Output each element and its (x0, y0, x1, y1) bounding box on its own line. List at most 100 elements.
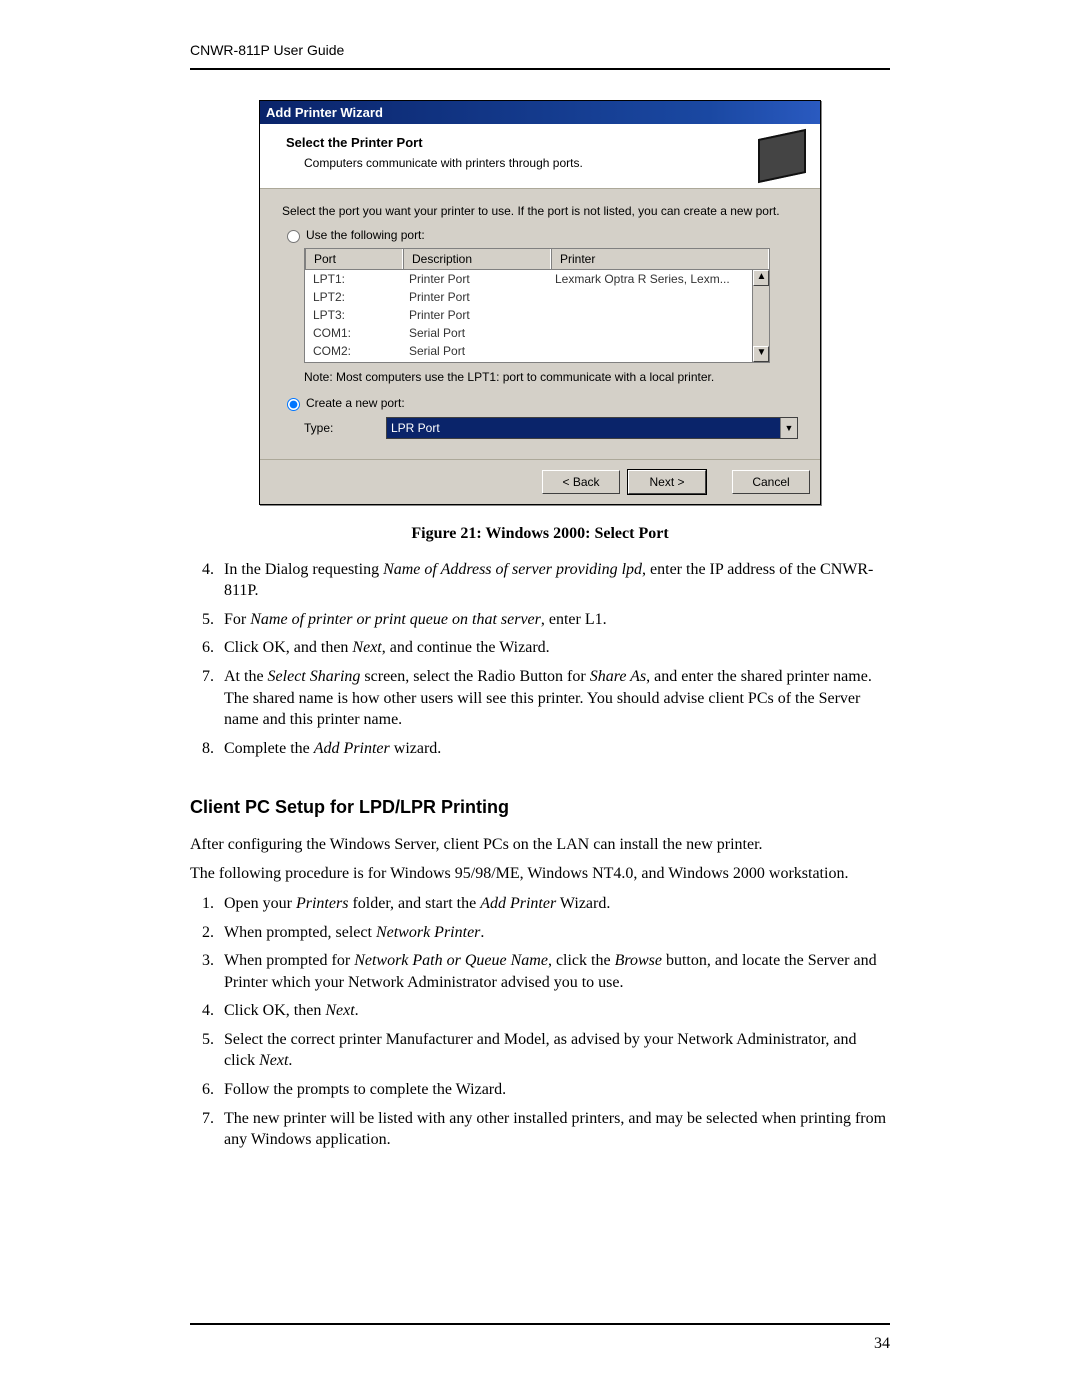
type-label: Type: (304, 420, 386, 436)
printer-cell (547, 288, 769, 306)
list-item: When prompted, select Network Printer. (218, 922, 890, 944)
text: Select the correct printer Manufacturer … (224, 1031, 857, 1070)
desc-cell: Serial Port (401, 361, 547, 362)
table-row[interactable]: LPT3: Printer Port (305, 306, 769, 324)
page-header: CNWR-811P User Guide (190, 40, 890, 70)
italic-text: Select Sharing (268, 668, 361, 685)
port-table: Port Description Printer LPT1: Printer P… (304, 248, 770, 363)
paragraph: The following procedure is for Windows 9… (190, 863, 890, 885)
printer-icon (758, 129, 806, 183)
text: . (480, 924, 484, 941)
page: CNWR-811P User Guide Add Printer Wizard … (0, 0, 1080, 1397)
wizard-header-band: Select the Printer Port Computers commun… (260, 124, 820, 189)
col-printer-header[interactable]: Printer (551, 249, 769, 269)
list-item: At the Select Sharing screen, select the… (218, 666, 890, 731)
titlebar: Add Printer Wizard (260, 101, 820, 125)
radio-use-following-port[interactable]: Use the following port: (282, 227, 798, 243)
section-heading: Client PC Setup for LPD/LPR Printing (190, 795, 890, 819)
table-row[interactable]: COM2: Serial Port (305, 342, 769, 360)
printer-cell (547, 306, 769, 324)
text: wizard. (390, 740, 442, 757)
wizard-subheading: Computers communicate with printers thro… (304, 155, 583, 171)
radio-create-new-port[interactable]: Create a new port: (282, 395, 798, 411)
numbered-list-2: Open your Printers folder, and start the… (190, 893, 890, 1151)
numbered-list-1: In the Dialog requesting Name of Address… (190, 559, 890, 760)
col-port-header[interactable]: Port (305, 249, 403, 269)
desc-cell: Printer Port (401, 288, 547, 306)
scroll-down-button[interactable]: ▼ (753, 346, 769, 362)
header-text: CNWR-811P User Guide (190, 42, 344, 58)
text: When prompted for (224, 952, 354, 969)
radio-use-input[interactable] (287, 230, 300, 243)
table-row[interactable]: COM3: Serial Port (305, 361, 769, 362)
port-type-dropdown[interactable]: LPR Port ▼ (386, 417, 798, 439)
port-cell: LPT3: (305, 306, 401, 324)
table-row[interactable]: LPT1: Printer Port Lexmark Optra R Serie… (305, 270, 769, 288)
list-item: When prompted for Network Path or Queue … (218, 950, 890, 993)
spacer (714, 470, 724, 494)
italic-text: Name of printer or print queue on that s… (250, 611, 541, 628)
italic-text: Next (352, 639, 381, 656)
italic-text: Name of Address of server providing lpd (383, 561, 642, 578)
italic-text: Network Path or Queue Name (354, 952, 548, 969)
content: Add Printer Wizard Select the Printer Po… (190, 100, 890, 1151)
text: Open your (224, 895, 296, 912)
desc-cell: Serial Port (401, 324, 547, 342)
chevron-down-icon[interactable]: ▼ (780, 418, 797, 438)
text: Click OK, then (224, 1002, 325, 1019)
text: When prompted, select (224, 924, 376, 941)
text: folder, and start the (348, 895, 480, 912)
wizard-body: Select the port you want your printer to… (260, 189, 820, 459)
back-button[interactable]: < Back (542, 470, 620, 494)
table-row[interactable]: LPT2: Printer Port (305, 288, 769, 306)
printer-cell: Lexmark Optra R Series, Lexm... (547, 270, 769, 288)
paragraph: After configuring the Windows Server, cl… (190, 834, 890, 856)
table-row[interactable]: COM1: Serial Port (305, 324, 769, 342)
add-printer-wizard-window: Add Printer Wizard Select the Printer Po… (259, 100, 821, 505)
next-button[interactable]: Next > (628, 470, 706, 494)
port-cell: LPT1: (305, 270, 401, 288)
italic-text: Browse (615, 952, 662, 969)
list-item: Follow the prompts to complete the Wizar… (218, 1079, 890, 1101)
text: At the (224, 668, 268, 685)
list-item: Open your Printers folder, and start the… (218, 893, 890, 915)
port-cell: COM1: (305, 324, 401, 342)
port-table-body[interactable]: LPT1: Printer Port Lexmark Optra R Serie… (305, 270, 769, 362)
list-item: The new printer will be listed with any … (218, 1108, 890, 1151)
note-text: Note: Most computers use the LPT1: port … (304, 369, 798, 385)
dropdown-value: LPR Port (387, 418, 780, 438)
desc-cell: Printer Port (401, 306, 547, 324)
radio-create-label: Create a new port: (306, 395, 405, 411)
text: Complete the (224, 740, 314, 757)
list-item: Complete the Add Printer wizard. (218, 738, 890, 760)
radio-use-label: Use the following port: (306, 227, 425, 243)
text: , click the (548, 952, 615, 969)
col-desc-header[interactable]: Description (403, 249, 551, 269)
printer-cell (547, 361, 769, 362)
radio-create-input[interactable] (287, 398, 300, 411)
page-number: 34 (874, 1333, 890, 1355)
scroll-up-button[interactable]: ▲ (753, 270, 769, 286)
scrollbar[interactable]: ▲ ▼ (752, 270, 769, 362)
wizard-buttons: < Back Next > Cancel (260, 459, 820, 504)
instruction-text: Select the port you want your printer to… (282, 203, 798, 219)
text: , and continue the Wizard. (382, 639, 550, 656)
wizard-heading: Select the Printer Port (286, 134, 583, 152)
list-item: Select the correct printer Manufacturer … (218, 1029, 890, 1072)
type-row: Type: LPR Port ▼ (304, 417, 798, 439)
cancel-button[interactable]: Cancel (732, 470, 810, 494)
text: For (224, 611, 250, 628)
text: Wizard. (556, 895, 610, 912)
italic-text: Share As (590, 668, 646, 685)
italic-text: Next (259, 1052, 288, 1069)
text: In the Dialog requesting (224, 561, 383, 578)
wizard-header-text: Select the Printer Port Computers commun… (274, 134, 583, 171)
italic-text: Add Printer (314, 740, 390, 757)
text: , enter L1. (541, 611, 607, 628)
text: screen, select the Radio Button for (360, 668, 589, 685)
printer-cell (547, 324, 769, 342)
list-item: Click OK, then Next. (218, 1000, 890, 1022)
footer-rule (190, 1323, 890, 1325)
printer-cell (547, 342, 769, 360)
port-cell: COM2: (305, 342, 401, 360)
